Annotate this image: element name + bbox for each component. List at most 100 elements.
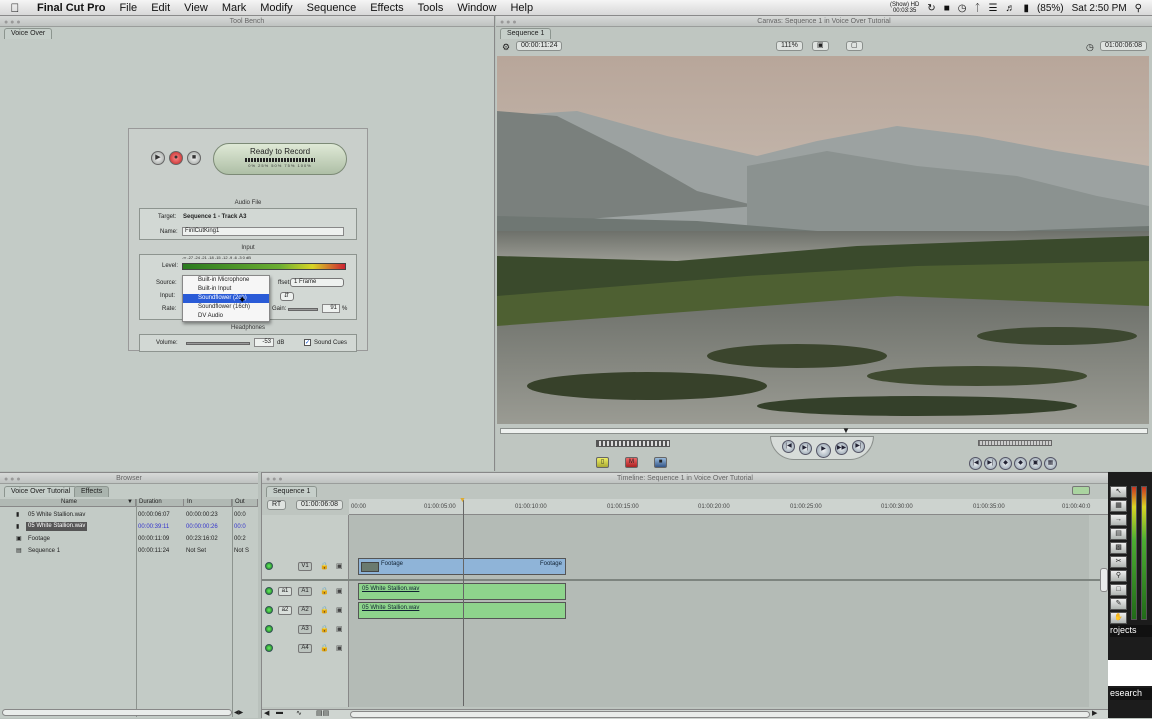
- menu-sequence[interactable]: Sequence: [300, 2, 364, 14]
- lock-icon[interactable]: 🔒: [320, 606, 329, 614]
- clip-keyframes-icon[interactable]: ∿: [296, 709, 302, 717]
- canvas-scrubber[interactable]: [500, 428, 1148, 434]
- bluetooth-icon[interactable]: ᛏ: [974, 3, 980, 14]
- zoom-slider-icon[interactable]: ▤▤: [316, 709, 329, 717]
- browser-titlebar[interactable]: ● ● ● Browser: [0, 473, 258, 484]
- tab-voice-over-tutorial[interactable]: Voice Over Tutorial: [4, 486, 78, 497]
- track-audible-toggle[interactable]: [265, 625, 273, 633]
- discard-button[interactable]: ■: [187, 151, 201, 165]
- mark-out-button[interactable]: ▶|: [984, 457, 997, 470]
- volume-icon[interactable]: ♬: [1005, 3, 1015, 14]
- browser-row[interactable]: ▮ 05 White Stallion.wav 00:00:39:11 00:0…: [0, 521, 258, 533]
- video-viewer[interactable]: [497, 56, 1149, 424]
- track-audible-toggle[interactable]: [265, 606, 273, 614]
- video-clip[interactable]: Footage Footage: [358, 558, 566, 575]
- razor-tool-icon[interactable]: ✂: [1110, 556, 1127, 568]
- lock-icon[interactable]: 🔒: [320, 587, 329, 595]
- auto-select-icon[interactable]: ▣: [336, 587, 343, 595]
- input-select[interactable]: ⇵: [280, 292, 294, 301]
- selection-tool-icon[interactable]: ↖: [1110, 486, 1127, 498]
- volume-slider[interactable]: [186, 342, 250, 345]
- canvas-duration[interactable]: 00:00:11:24: [516, 41, 563, 51]
- track-visibility-toggle[interactable]: [265, 562, 273, 570]
- screen-recorder-status[interactable]: (Show) HD 00:03:35: [890, 2, 919, 14]
- record-button[interactable]: ●: [169, 151, 183, 165]
- auto-select-icon[interactable]: ▣: [336, 625, 343, 633]
- browser-row[interactable]: ▮ 05 White Stallion.wav 00:00:06:07 00:0…: [0, 509, 258, 521]
- lock-icon[interactable]: 🔒: [320, 562, 329, 570]
- timeline-horizontal-scrollbar[interactable]: [350, 711, 1090, 718]
- slip-tool-icon[interactable]: ▩: [1110, 542, 1127, 554]
- track-select-tool-icon[interactable]: →: [1110, 514, 1127, 526]
- source-option[interactable]: Built-in Input: [183, 285, 269, 294]
- tab-timeline-sequence-1[interactable]: Sequence 1: [266, 486, 318, 497]
- volume-field[interactable]: -53: [254, 338, 274, 347]
- display-popup[interactable]: ▢: [846, 41, 863, 51]
- source-track-a2[interactable]: a2: [278, 606, 292, 615]
- zoom-popup[interactable]: 111%: [776, 41, 803, 51]
- dest-track-a4[interactable]: A4: [298, 644, 312, 653]
- menu-modify[interactable]: Modify: [253, 2, 299, 14]
- timeline-current-timecode[interactable]: 01:00:06:08: [296, 500, 343, 510]
- tab-sequence-1[interactable]: Sequence 1: [500, 28, 552, 39]
- replace-edit-button[interactable]: ■: [654, 457, 667, 468]
- review-button[interactable]: ▶: [151, 151, 165, 165]
- window-buttons-icon[interactable]: ● ● ●: [4, 17, 21, 28]
- column-header-out[interactable]: Out: [232, 499, 258, 507]
- video-audio-divider[interactable]: [262, 579, 1102, 581]
- menu-tools[interactable]: Tools: [411, 2, 451, 14]
- track-audible-toggle[interactable]: [265, 587, 273, 595]
- auto-select-icon[interactable]: ▣: [336, 562, 343, 570]
- play-in-out-button[interactable]: ▶|: [799, 442, 812, 455]
- dest-track-a3[interactable]: A3: [298, 625, 312, 634]
- source-option-selected[interactable]: Soundflower (2ch): [183, 294, 269, 303]
- spotlight-icon[interactable]: ⚲: [1135, 3, 1142, 14]
- tool-bench-titlebar[interactable]: ● ● ● Tool Bench: [0, 16, 494, 27]
- menu-effects[interactable]: Effects: [363, 2, 410, 14]
- prev-edit-button[interactable]: |◀: [782, 440, 795, 453]
- browser-row[interactable]: ▣ Footage 00:00:11:09 00:23:16:02 00:2: [0, 533, 258, 545]
- pen-tool-icon[interactable]: ✎: [1110, 598, 1127, 610]
- browser-horizontal-scrollbar[interactable]: [2, 709, 232, 716]
- apple-menu-icon[interactable]: : [0, 1, 30, 15]
- zoom-tool-icon[interactable]: ⚲: [1110, 570, 1127, 582]
- menu-window[interactable]: Window: [450, 2, 503, 14]
- menu-mark[interactable]: Mark: [215, 2, 253, 14]
- source-track-a1[interactable]: a1: [278, 587, 292, 596]
- battery-icon[interactable]: ▮: [1023, 3, 1029, 14]
- play-button[interactable]: ▶: [816, 443, 831, 458]
- dest-track-v1[interactable]: V1: [298, 562, 312, 571]
- gain-field[interactable]: 91: [322, 304, 340, 313]
- gain-slider[interactable]: [288, 308, 318, 311]
- auto-select-icon[interactable]: ▣: [336, 644, 343, 652]
- lock-icon[interactable]: 🔒: [320, 644, 329, 652]
- audio-clip-a2[interactable]: 05 White Stallion.wav: [358, 602, 566, 619]
- lock-icon[interactable]: 🔒: [320, 625, 329, 633]
- timeline-playhead[interactable]: [463, 500, 464, 706]
- clip-overlays-icon[interactable]: ◀: [264, 709, 269, 717]
- audio-clip-a1[interactable]: 05 White Stallion.wav: [358, 583, 566, 600]
- window-buttons-icon[interactable]: ● ● ●: [500, 17, 517, 28]
- clock[interactable]: Sat 2:50 PM: [1072, 3, 1127, 14]
- sync-icon[interactable]: ↻: [927, 3, 935, 14]
- offset-select[interactable]: 1 Frame: [290, 278, 344, 287]
- insert-edit-button[interactable]: ▯: [596, 457, 609, 468]
- jog-control[interactable]: [978, 440, 1052, 446]
- column-header-name[interactable]: Name: [0, 499, 136, 507]
- mark-clip-button[interactable]: ▦: [1044, 457, 1057, 470]
- window-buttons-icon[interactable]: ● ● ●: [4, 474, 21, 485]
- scroll-arrows-icon[interactable]: ◀▶: [234, 709, 243, 716]
- browser-row[interactable]: ▤ Sequence 1 00:00:11:24 Not Set Not S: [0, 545, 258, 557]
- auto-select-icon[interactable]: ▣: [336, 606, 343, 614]
- source-option[interactable]: Soundflower (16ch): [183, 303, 269, 312]
- overwrite-edit-button[interactable]: M: [625, 457, 638, 468]
- canvas-current-timecode[interactable]: 01:00:06:08: [1100, 41, 1147, 51]
- dest-track-a2[interactable]: A2: [298, 606, 312, 615]
- play-around-button[interactable]: ▶▶: [835, 442, 848, 455]
- dropbox-icon[interactable]: ■: [944, 3, 950, 14]
- menu-file[interactable]: File: [112, 2, 144, 14]
- edit-selection-tool-icon[interactable]: ▦: [1110, 500, 1127, 512]
- track-height-scrollbar[interactable]: [1100, 568, 1108, 592]
- name-field[interactable]: FinlCutKing1: [182, 227, 344, 236]
- menu-view[interactable]: View: [177, 2, 215, 14]
